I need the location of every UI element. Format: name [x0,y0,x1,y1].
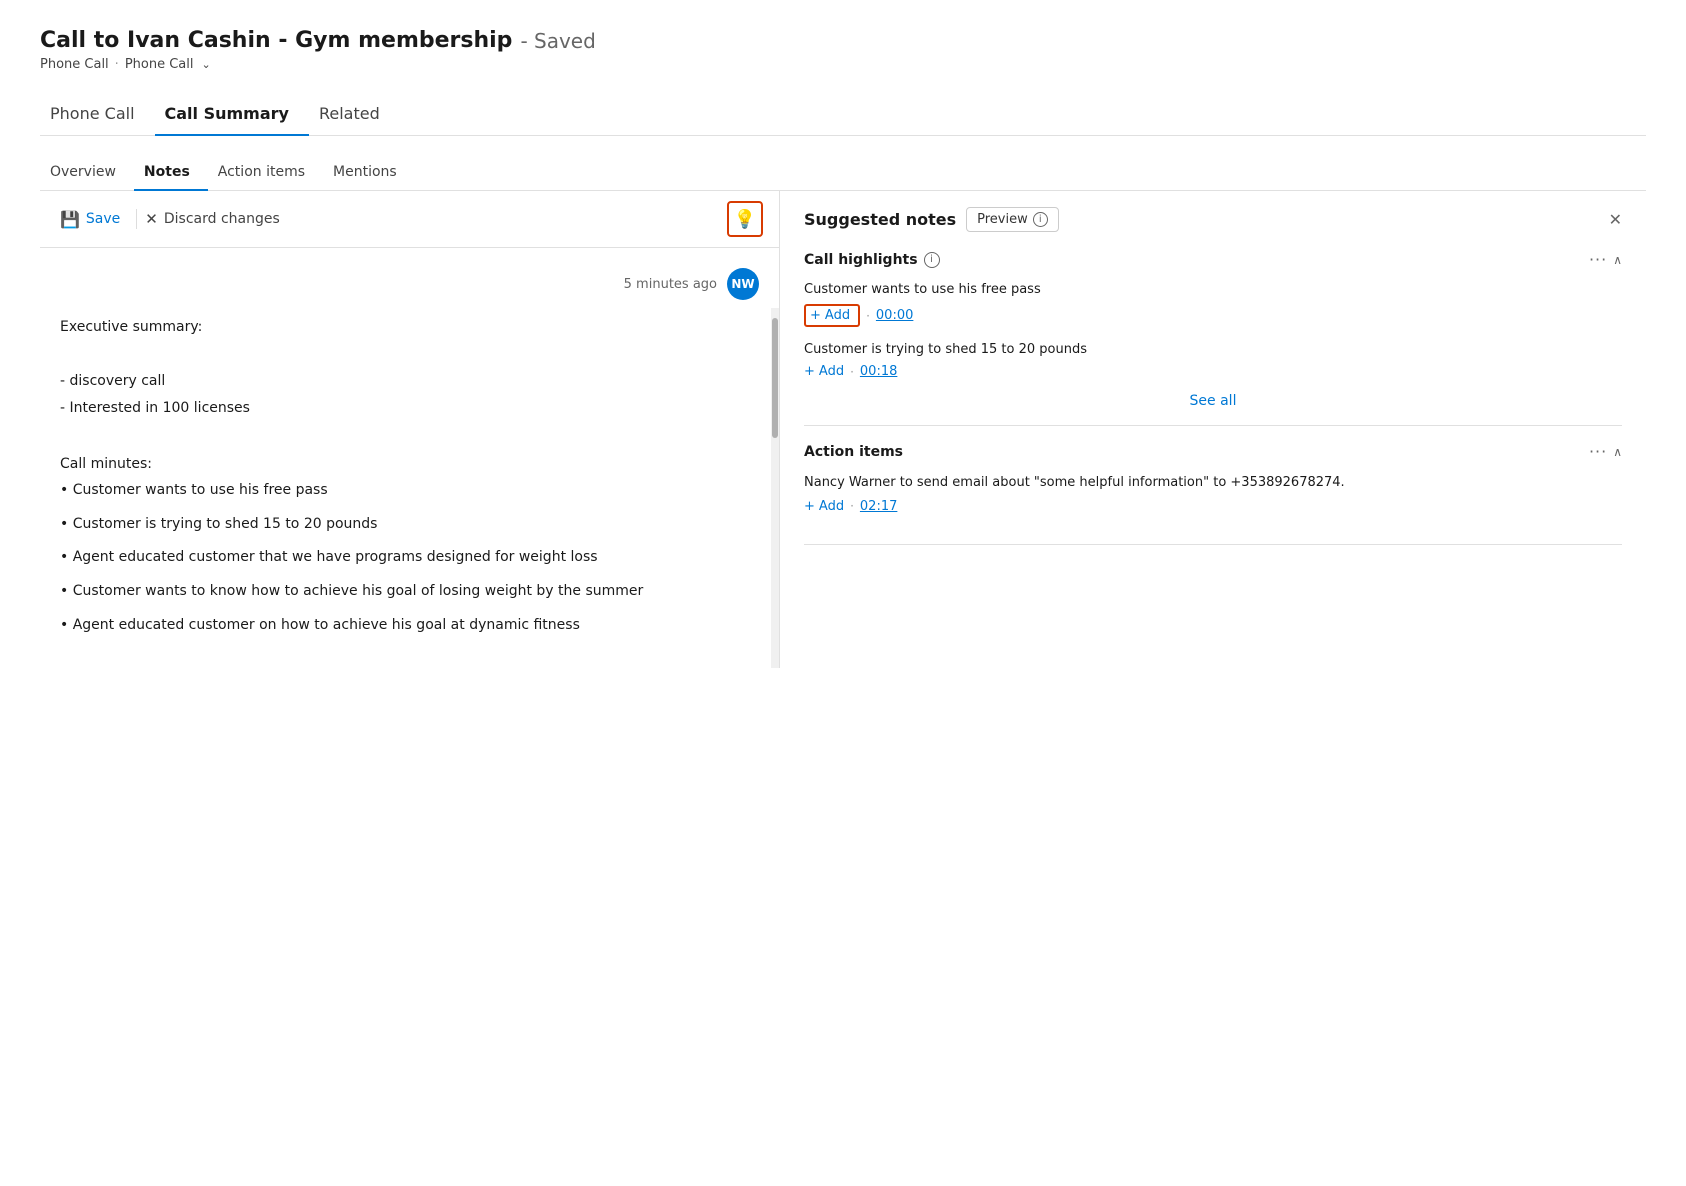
right-panel-header: Suggested notes Preview i ✕ [804,207,1622,232]
toolbar: 💾 Save ✕ Discard changes 💡 [40,191,779,248]
add-button-2[interactable]: + Add [804,364,844,379]
call-highlights-header: Call highlights i ··· ∧ [804,250,1622,269]
scrollbar-track[interactable] [771,308,779,668]
time-link-1[interactable]: 00:00 [876,308,913,323]
tab-notes[interactable]: Notes [134,156,208,190]
timestamp: 5 minutes ago [624,277,717,292]
breadcrumb-item2[interactable]: Phone Call [125,57,194,72]
call-highlights-section: Call highlights i ··· ∧ Customer wants t… [804,250,1622,426]
add-button-1[interactable]: + Add [804,304,860,327]
info-icon-preview: i [1033,212,1048,227]
tab-overview[interactable]: Overview [40,156,134,190]
action-items-header: Action items ··· ∧ [804,442,1622,461]
notes-bullet-1: • Customer wants to use his free pass [60,479,759,503]
action-item-actions-1: + Add · 02:17 [804,499,1622,514]
action-items-title: Action items [804,444,903,460]
top-tabs: Phone Call Call Summary Related [40,94,1646,136]
tab-call-summary[interactable]: Call Summary [155,94,309,135]
action-items-section: Action items ··· ∧ Nancy Warner to send … [804,442,1622,545]
tab-action-items[interactable]: Action items [208,156,323,190]
action-item-text-1: Nancy Warner to send email about "some h… [804,473,1622,493]
page-title: Call to Ivan Cashin - Gym membership - S… [40,28,1646,53]
content-area: 💾 Save ✕ Discard changes 💡 5 minutes ago [40,191,1646,668]
close-panel-button[interactable]: ✕ [1609,210,1622,229]
breadcrumb-dropdown-icon[interactable]: ⌄ [201,58,210,71]
notes-line-1 [60,342,759,366]
highlight-text-1: Customer wants to use his free pass [804,281,1622,299]
highlight-text-2: Customer is trying to shed 15 to 20 poun… [804,341,1622,359]
title-text: Call to Ivan Cashin - Gym membership [40,28,512,53]
action-items-menu-icon[interactable]: ··· [1589,442,1607,461]
highlight-actions-2: + Add · 00:18 [804,364,1622,379]
action-item-1: Nancy Warner to send email about "some h… [804,473,1622,514]
action-time-link-1[interactable]: 02:17 [860,499,897,514]
action-items-collapse-icon[interactable]: ∧ [1613,445,1622,459]
breadcrumb-item1[interactable]: Phone Call [40,57,109,72]
scrollbar-thumb[interactable] [772,318,778,438]
timestamp-row: 5 minutes ago NW [60,268,759,300]
separator-2: · [850,365,854,379]
action-add-button-1[interactable]: + Add [804,499,844,514]
plus-icon-2: + [804,364,815,379]
save-button[interactable]: 💾 Save [56,206,132,233]
saved-label: - Saved [520,29,595,53]
call-highlights-menu-icon[interactable]: ··· [1589,250,1607,269]
plus-icon-action-1: + [804,499,815,514]
page-wrapper: Call to Ivan Cashin - Gym membership - S… [0,0,1686,688]
lightbulb-button[interactable]: 💡 [727,201,763,237]
left-panel: 💾 Save ✕ Discard changes 💡 5 minutes ago [40,191,780,668]
toolbar-separator [136,209,137,229]
avatar: NW [727,268,759,300]
notes-line-3: - Interested in 100 licenses [60,397,759,421]
tab-phone-call[interactable]: Phone Call [40,94,155,135]
call-highlights-title: Call highlights [804,252,918,268]
separator-1: · [866,309,870,323]
call-highlights-collapse-icon[interactable]: ∧ [1613,253,1622,267]
call-highlights-info-icon[interactable]: i [924,252,940,268]
notes-bullet-2: • Customer is trying to shed 15 to 20 po… [60,513,759,537]
notes-content[interactable]: Executive summary: - discovery call - In… [60,316,759,638]
highlight-item-2: Customer is trying to shed 15 to 20 poun… [804,341,1622,379]
right-panel: Suggested notes Preview i ✕ Call highlig… [780,191,1646,668]
time-link-2[interactable]: 00:18 [860,364,897,379]
preview-button[interactable]: Preview i [966,207,1059,232]
notes-bullet-3: • Agent educated customer that we have p… [60,546,759,570]
notes-line-0: Executive summary: [60,316,759,340]
plus-icon-1: + [810,308,821,323]
lightbulb-icon: 💡 [734,209,756,230]
see-all-link[interactable]: See all [804,393,1622,409]
notes-bullet-5: • Agent educated customer on how to achi… [60,614,759,638]
inner-tabs: Overview Notes Action items Mentions [40,156,1646,191]
close-icon: ✕ [145,210,158,228]
action-separator-1: · [850,499,854,513]
notes-bullet-4: • Customer wants to know how to achieve … [60,580,759,604]
notes-line-5: Call minutes: [60,453,759,477]
notes-area: 5 minutes ago NW Executive summary: - di… [40,248,779,668]
breadcrumb-separator: · [115,57,119,72]
suggested-notes-title: Suggested notes [804,210,956,229]
tab-mentions[interactable]: Mentions [323,156,415,190]
save-icon: 💾 [60,210,80,229]
notes-line-2: - discovery call [60,370,759,394]
highlight-actions-1: + Add · 00:00 [804,304,1622,327]
discard-button[interactable]: ✕ Discard changes [141,206,291,232]
tab-related[interactable]: Related [309,94,400,135]
breadcrumb: Phone Call · Phone Call ⌄ [40,57,1646,72]
highlight-item-1: Customer wants to use his free pass + Ad… [804,281,1622,327]
notes-line-4 [60,425,759,449]
